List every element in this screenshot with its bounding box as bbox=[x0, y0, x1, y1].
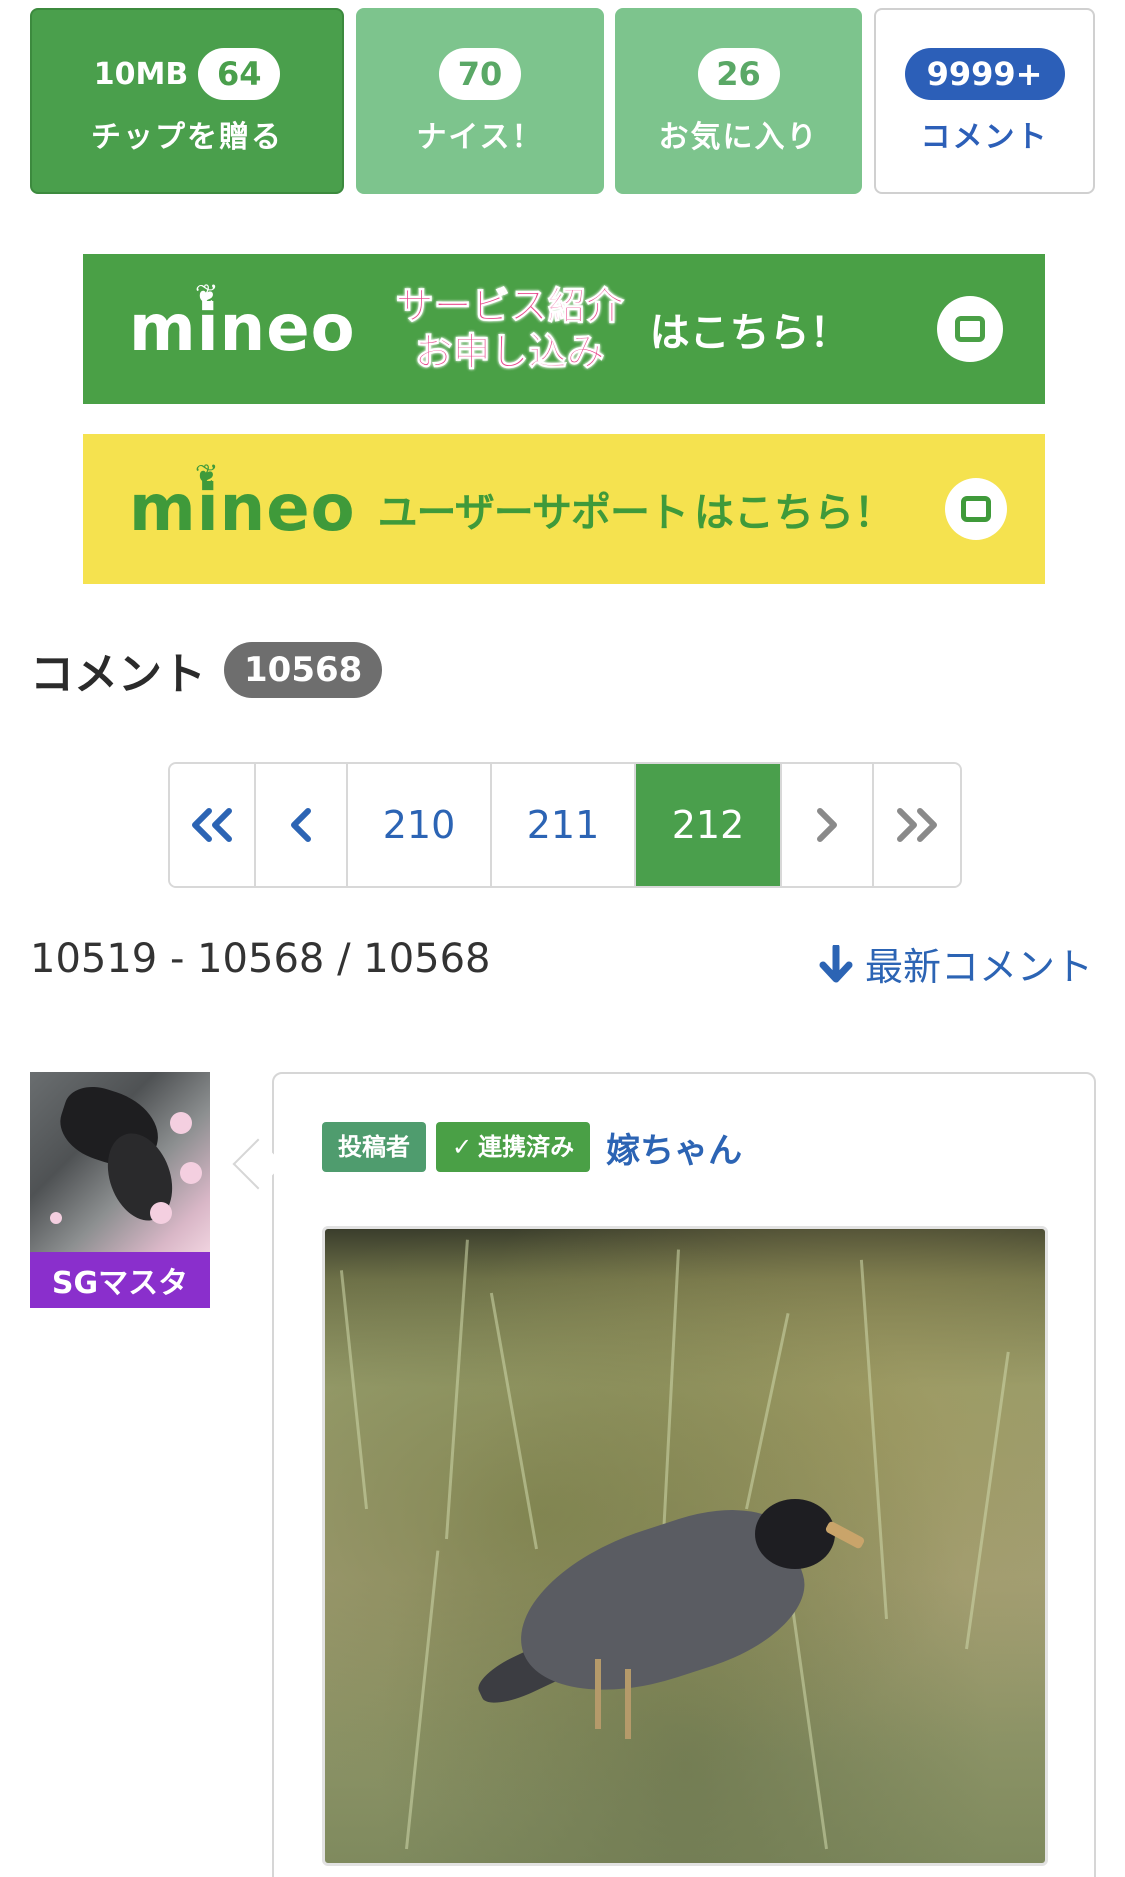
screen-icon bbox=[945, 478, 1007, 540]
rank-badge: SGマスタ bbox=[30, 1252, 210, 1308]
comments-title: コメント bbox=[30, 649, 206, 700]
comment-count-badge: 9999+ bbox=[904, 48, 1065, 100]
nice-button[interactable]: 70 ナイス！ bbox=[356, 8, 604, 194]
latest-comment-link[interactable]: 最新コメント bbox=[819, 936, 1093, 991]
support-cta: はこちら！ bbox=[693, 490, 894, 536]
support-text: ユーザーサポート bbox=[377, 490, 689, 536]
service-line2: お申し込み bbox=[414, 330, 605, 375]
post-header: 投稿者 ✓ 連携済み 嫁ちゃん bbox=[322, 1122, 742, 1172]
favorite-count-badge: 26 bbox=[697, 48, 780, 100]
comments-heading: コメント 10568 bbox=[30, 638, 383, 702]
comment-bubble: 投稿者 ✓ 連携済み 嫁ちゃん bbox=[272, 1072, 1096, 1877]
mineo-sprout-icon: ❦ bbox=[195, 278, 220, 311]
tip-count-badge: 64 bbox=[198, 48, 281, 100]
arrow-down-icon bbox=[819, 944, 853, 982]
mineo-logo: ❦ mineo bbox=[129, 278, 356, 366]
logo-text: mineo bbox=[129, 292, 356, 366]
service-banner[interactable]: ❦ mineo サービス紹介 お申し込み はこちら！ bbox=[83, 254, 1045, 404]
action-bar: 10MB 64 チップを贈る 70 ナイス！ 26 お気に入り 9999+ コメ… bbox=[30, 8, 1095, 194]
page-211[interactable]: 211 bbox=[492, 764, 636, 886]
favorite-button[interactable]: 26 お気に入り bbox=[615, 8, 862, 194]
comment-button[interactable]: 9999+ コメント bbox=[874, 8, 1095, 194]
avatar[interactable] bbox=[30, 1072, 210, 1252]
next-page-button[interactable] bbox=[782, 764, 874, 886]
nice-count-badge: 70 bbox=[439, 48, 521, 100]
post-author: SGマスタ bbox=[30, 1072, 210, 1308]
page-210[interactable]: 210 bbox=[348, 764, 492, 886]
support-banner[interactable]: ❦ mineo ユーザーサポート はこちら！ bbox=[83, 434, 1045, 584]
tip-button[interactable]: 10MB 64 チップを贈る bbox=[30, 8, 344, 194]
comment-range: 10519 - 10568 / 10568 bbox=[30, 936, 491, 982]
linked-tag: ✓ 連携済み bbox=[436, 1122, 591, 1172]
service-line1: サービス紹介 bbox=[395, 284, 624, 329]
double-chevron-left-icon bbox=[192, 808, 232, 842]
comments-count-badge: 10568 bbox=[224, 642, 383, 698]
mineo-logo: ❦ mineo bbox=[129, 458, 356, 546]
service-text: サービス紹介 お申し込み bbox=[395, 283, 624, 375]
chevron-right-icon bbox=[817, 808, 837, 842]
first-page-button[interactable] bbox=[170, 764, 256, 886]
chevron-left-icon bbox=[291, 808, 311, 842]
latest-comment-label: 最新コメント bbox=[864, 945, 1093, 989]
poster-tag: 投稿者 bbox=[322, 1122, 426, 1172]
page-212-current[interactable]: 212 bbox=[636, 764, 782, 886]
logo-text: mineo bbox=[129, 472, 356, 546]
pagination: 210 211 212 bbox=[168, 762, 962, 888]
service-cta: はこちら！ bbox=[649, 310, 850, 356]
favorite-label: お気に入り bbox=[658, 120, 819, 155]
mineo-sprout-icon: ❦ bbox=[195, 458, 220, 491]
linked-tag-label: 連携済み bbox=[478, 1133, 575, 1161]
mineo-sprout-icon: ✓ bbox=[452, 1133, 473, 1161]
last-page-button[interactable] bbox=[874, 764, 960, 886]
post-photo[interactable] bbox=[322, 1226, 1048, 1866]
tip-label: チップを贈る bbox=[91, 120, 283, 155]
username-link[interactable]: 嫁ちゃん bbox=[606, 1123, 742, 1172]
prev-page-button[interactable] bbox=[256, 764, 348, 886]
screen-icon bbox=[937, 296, 1003, 362]
double-chevron-right-icon bbox=[897, 808, 937, 842]
comment-label: コメント bbox=[920, 120, 1049, 155]
tip-amount: 10MB bbox=[93, 56, 189, 92]
nice-label: ナイス！ bbox=[416, 120, 544, 155]
